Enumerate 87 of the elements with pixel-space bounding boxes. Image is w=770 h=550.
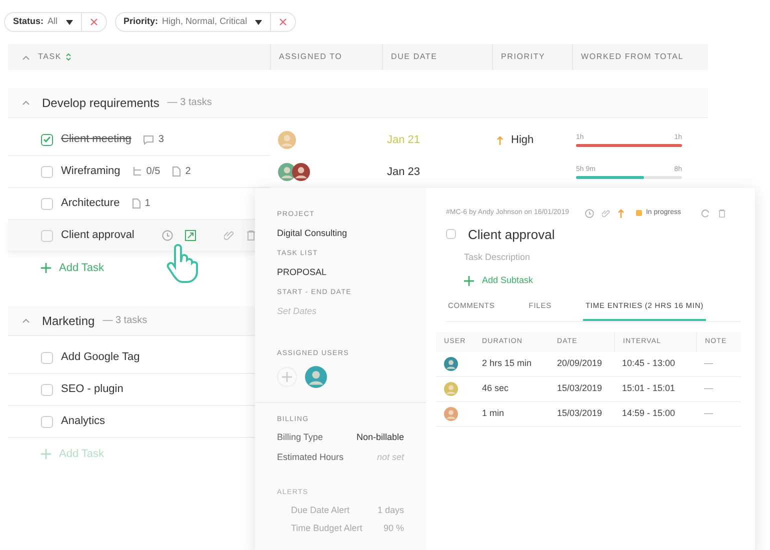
interval-cell-text: 10:45 - 13:00 — [621, 357, 676, 370]
field-value[interactable]: Digital Consulting — [277, 226, 404, 240]
arrow-up-icon[interactable] — [618, 208, 624, 218]
chevron-up-icon — [22, 100, 30, 105]
filter-value: High, Normal, Critical — [162, 15, 248, 28]
checkbox[interactable] — [41, 198, 53, 210]
column-header[interactable]: TASK — [38, 51, 62, 63]
date-cell-text: 15/03/2019 — [556, 407, 604, 420]
chevron-up-icon — [22, 318, 30, 323]
close-icon — [90, 18, 98, 26]
refresh-icon[interactable] — [701, 208, 710, 218]
subtask-icon — [132, 166, 142, 176]
close-icon — [279, 18, 288, 26]
check-icon — [43, 136, 51, 143]
checkbox[interactable] — [41, 134, 53, 146]
checkbox[interactable] — [41, 230, 53, 242]
column-header[interactable]: PRIORITY — [501, 51, 546, 63]
task-name[interactable]: Add Google Tag — [61, 349, 140, 366]
due-date: Jan 23 — [387, 164, 420, 180]
trash-icon[interactable] — [718, 208, 726, 218]
meta-count: 2 — [185, 165, 191, 179]
checkbox[interactable] — [41, 166, 53, 178]
arrow-up-icon — [497, 136, 503, 144]
field-value[interactable]: PROPOSAL — [277, 266, 404, 279]
plus-icon — [41, 449, 51, 459]
task-title[interactable]: Client approval — [468, 224, 555, 244]
task-name[interactable]: Client meeting — [61, 131, 132, 148]
duration-cell-text: 2 hrs 15 min — [481, 357, 533, 370]
task-name[interactable]: SEO - plugin — [61, 381, 124, 398]
column-header[interactable]: WORKED FROM TOTAL — [581, 51, 684, 63]
field-label: Billing Type — [277, 431, 323, 444]
sort-icon[interactable] — [66, 53, 71, 61]
filter-chip[interactable]: Priority: High, Normal, Critical — [114, 12, 296, 32]
plus-icon — [282, 372, 292, 382]
trash-icon[interactable] — [246, 230, 256, 241]
field-value[interactable]: Non-billable — [356, 431, 404, 444]
chevron-up-icon — [22, 54, 30, 60]
filter-label: Status: — [13, 15, 44, 28]
filter-chip[interactable]: Status: All — [4, 12, 107, 32]
clock-icon[interactable] — [162, 230, 174, 241]
note-cell-text: — — [703, 357, 714, 370]
task-name[interactable]: Client approval — [61, 227, 134, 244]
clock-icon[interactable] — [584, 208, 594, 218]
duration-cell-text: 46 sec — [481, 382, 510, 395]
date-cell-text: 20/09/2019 — [556, 357, 604, 370]
duration-cell-text: 1 min — [481, 407, 506, 420]
interval-cell-text: 15:01 - 15:01 — [621, 382, 676, 395]
open-detail-icon[interactable] — [185, 230, 196, 241]
field-label: Due Date Alert — [291, 504, 350, 516]
column-header[interactable]: DUE DATE — [391, 51, 438, 63]
task-name[interactable]: Architecture — [61, 195, 120, 212]
interval-cell-text: 14:59 - 15:00 — [621, 407, 676, 420]
file-icon — [132, 198, 141, 209]
meta-count: 3 — [158, 133, 164, 147]
checkbox[interactable] — [41, 416, 53, 428]
checkbox[interactable] — [41, 384, 53, 396]
plus-icon — [464, 276, 474, 286]
group-title: Marketing — [42, 312, 95, 330]
note-cell-text: — — [703, 382, 714, 395]
note-cell-text: — — [703, 407, 714, 420]
field-label: Time Budget Alert — [291, 522, 362, 535]
comment-icon — [143, 134, 154, 144]
task-name[interactable]: Wireframing — [61, 163, 120, 180]
add-user-button[interactable] — [277, 366, 297, 386]
link-icon[interactable] — [602, 208, 610, 218]
task-count: — 3 tasks — [102, 314, 148, 328]
filter-value: All — [48, 15, 58, 28]
column-header[interactable]: ASSIGNED TO — [279, 51, 342, 63]
caret-icon — [255, 20, 262, 24]
description-field[interactable]: Task Description — [464, 251, 664, 264]
due-date: Jan 21 — [387, 132, 420, 148]
meta-count: 0/5 — [146, 165, 160, 179]
filter-label: Priority: — [124, 15, 158, 28]
date-cell-text: 15/03/2019 — [556, 382, 604, 395]
meta-count: 1 — [144, 197, 150, 211]
checkbox[interactable] — [446, 229, 456, 240]
group-header[interactable]: Develop requirements — 3 tasks — [8, 88, 708, 118]
field-label: Estimated Hours — [277, 450, 344, 464]
checkbox[interactable] — [41, 352, 53, 364]
task-name[interactable]: Analytics — [61, 413, 106, 430]
link-icon[interactable] — [224, 230, 234, 241]
group-title: Develop requirements — [42, 94, 160, 112]
plus-icon — [41, 263, 51, 273]
task-count: — 3 tasks — [167, 96, 212, 110]
file-icon — [172, 166, 182, 177]
caret-icon — [66, 20, 73, 24]
priority-label: High — [511, 132, 534, 148]
